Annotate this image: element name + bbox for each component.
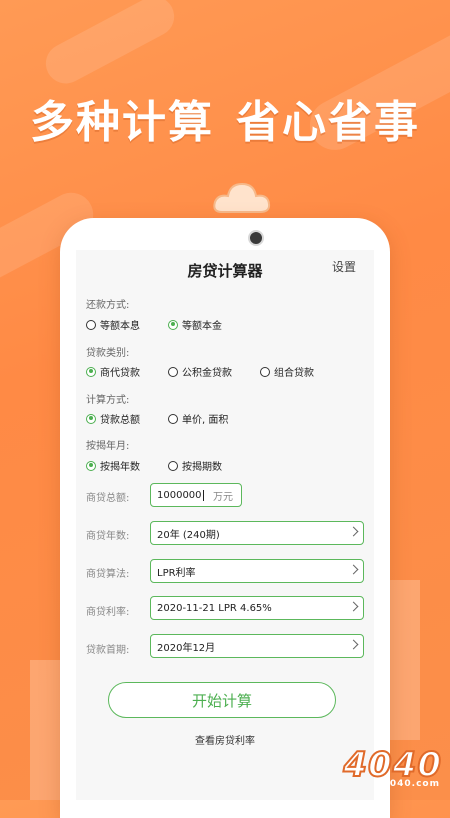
loan-algorithm-value: LPR利率	[157, 567, 196, 579]
radio-checked-icon	[168, 319, 178, 330]
loan-rate-value: 2020-11-21 LPR 4.65%	[157, 602, 272, 614]
calc-method-label: 计算方式:	[86, 395, 130, 406]
repayment-option-0[interactable]: 等额本息	[86, 317, 140, 332]
radio-label: 单价, 面积	[182, 415, 229, 426]
watermark-logo: 4040 4040.com	[342, 744, 442, 789]
loan-total-label: 商贷总额:	[86, 493, 130, 504]
loan-years-label: 商贷年数:	[86, 531, 130, 542]
text-cursor	[202, 489, 204, 501]
bg-stripe	[38, 0, 182, 91]
loan-rate-select[interactable]: 2020-11-21 LPR 4.65%	[150, 596, 364, 620]
radio-label: 等额本息	[100, 321, 140, 332]
loan-type-option-2[interactable]: 组合贷款	[260, 364, 314, 379]
app-screen: 房贷计算器 设置 还款方式: 等额本息 等额本金 贷款类别: 商代贷款 公积金贷…	[76, 250, 374, 800]
promo-headline-right: 省心省事	[236, 97, 420, 148]
radio-label: 贷款总额	[100, 415, 140, 426]
repayment-option-1[interactable]: 等额本金	[168, 317, 222, 332]
chevron-right-icon	[348, 639, 359, 650]
first-payment-label: 贷款首期:	[86, 645, 130, 656]
loan-algorithm-select[interactable]: LPR利率	[150, 559, 364, 583]
loan-years-select[interactable]: 20年 (240期)	[150, 521, 364, 545]
loan-algorithm-label: 商贷算法:	[86, 569, 130, 580]
radio-checked-icon	[86, 413, 96, 424]
radio-checked-icon	[86, 460, 96, 471]
radio-label: 按揭年数	[100, 462, 140, 473]
loan-rate-label: 商贷利率:	[86, 607, 130, 618]
first-payment-select[interactable]: 2020年12月	[150, 634, 364, 658]
radio-unchecked-icon	[168, 460, 178, 471]
mortgage-term-label: 按揭年月:	[86, 441, 130, 452]
loan-total-unit: 万元	[213, 491, 233, 503]
settings-button[interactable]: 设置	[332, 258, 356, 275]
radio-label: 按揭期数	[182, 462, 222, 473]
loan-type-label: 贷款类别:	[86, 348, 130, 359]
loan-total-input[interactable]: 1000000 万元	[150, 483, 242, 507]
radio-unchecked-icon	[168, 366, 178, 377]
mortgage-term-option-1[interactable]: 按揭期数	[168, 458, 222, 473]
radio-unchecked-icon	[86, 319, 96, 330]
calc-method-option-1[interactable]: 单价, 面积	[168, 411, 228, 426]
page-title: 房贷计算器	[187, 262, 263, 280]
bg-deco-block	[390, 580, 420, 740]
loan-type-option-0[interactable]: 商代贷款	[86, 364, 140, 379]
watermark-site: 4040.com	[382, 779, 440, 789]
loan-years-value: 20年 (240期)	[157, 529, 220, 541]
radio-label: 商代贷款	[100, 368, 140, 379]
chevron-right-icon	[348, 526, 359, 537]
view-mortgage-rate-link[interactable]: 查看房贷利率	[76, 732, 374, 747]
loan-total-value: 1000000	[157, 489, 202, 501]
chevron-right-icon	[348, 601, 359, 612]
radio-unchecked-icon	[260, 366, 270, 377]
repayment-label: 还款方式:	[86, 300, 130, 311]
first-payment-value: 2020年12月	[157, 642, 216, 654]
calc-method-option-0[interactable]: 贷款总额	[86, 411, 140, 426]
promo-headline-left: 多种计算	[30, 97, 214, 148]
cloud-icon	[213, 182, 271, 213]
radio-label: 等额本金	[182, 321, 222, 332]
radio-unchecked-icon	[168, 413, 178, 424]
chevron-right-icon	[348, 564, 359, 575]
camera-icon	[248, 230, 264, 246]
radio-checked-icon	[86, 366, 96, 377]
radio-label: 组合贷款	[274, 368, 314, 379]
promo-headline: 多种计算 省心省事	[0, 86, 450, 150]
loan-type-option-1[interactable]: 公积金贷款	[168, 364, 232, 379]
mortgage-term-option-0[interactable]: 按揭年数	[86, 458, 140, 473]
status-bar	[76, 250, 374, 258]
radio-label: 公积金贷款	[182, 368, 232, 379]
start-calculation-button[interactable]: 开始计算	[108, 682, 336, 718]
